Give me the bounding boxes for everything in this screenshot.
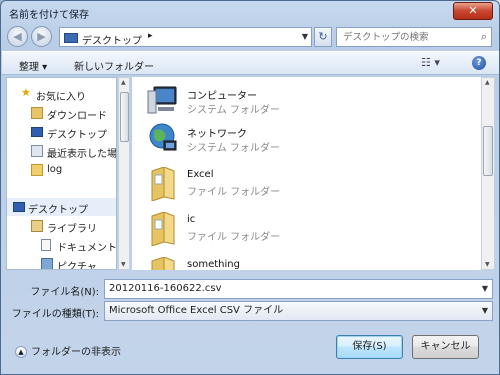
help-icon[interactable]: ? [472,56,486,70]
star-icon: ★ [21,86,31,99]
sidebar-item-documents[interactable]: ドキュメント [7,236,116,254]
computer-icon [147,86,177,114]
chevron-up-icon[interactable]: ▲ [15,346,27,358]
view-options-icon[interactable]: ☷ ▾ [421,56,440,69]
pictures-icon [41,258,53,269]
filetype-value[interactable]: Microsoft Office Excel CSV ファイル [109,305,283,316]
filetype-label: ファイルの種類(T): [11,309,99,320]
chevron-down-icon[interactable]: ▼ [482,302,488,320]
search-box[interactable]: ⌕ [336,27,492,47]
file-name: ic [187,214,196,225]
list-item[interactable]: something [132,253,432,270]
organize-button[interactable]: 整理 ▾ [19,58,47,73]
back-button[interactable]: ◀ [7,26,28,47]
file-name: ネットワーク [187,129,247,140]
list-item[interactable]: ネットワーク システム フォルダー [132,119,432,159]
scroll-down-icon[interactable]: ▼ [121,261,126,268]
download-folder-icon [31,107,43,119]
filename-field[interactable]: 20120116-160622.csv ▼ [104,279,493,299]
list-item[interactable]: Excel ファイル フォルダー [132,163,432,203]
filetype-select[interactable]: Microsoft Office Excel CSV ファイル ▼ [104,301,493,321]
scrollbar-thumb[interactable] [483,126,493,176]
desktop-icon [13,202,25,212]
address-location[interactable]: デスクトップ [82,32,142,47]
filename-value[interactable]: 20120116-160622.csv [109,283,222,294]
recent-places-icon [31,145,43,157]
sidebar-item-recent-places[interactable]: 最近表示した場所 [7,142,116,160]
file-type: システム フォルダー [187,105,280,116]
cancel-button[interactable]: キャンセル [412,335,479,359]
navigation-pane: ★ お気に入り ダウンロード デスクトップ 最近表示した場所 log デスクトッ… [6,77,117,270]
hide-folders-label[interactable]: フォルダーの非表示 [31,347,121,358]
folder-icon [151,212,175,246]
file-type: システム フォルダー [187,143,280,154]
chevron-down-icon[interactable]: ▼ [302,32,308,41]
sidebar-item-log[interactable]: log [7,161,116,179]
hide-folders-toggle[interactable]: ▲ フォルダーの非表示 [15,343,121,358]
toolbar: 整理 ▾ 新しいフォルダー ☷ ▾ ? [2,51,499,75]
folder-icon [31,164,43,176]
library-icon [31,220,43,232]
file-type: ファイル フォルダー [187,232,281,243]
scroll-up-icon[interactable]: ▲ [121,79,126,86]
scroll-down-icon[interactable]: ▼ [485,261,490,268]
file-list-scrollbar[interactable]: ▲ ▼ [481,77,495,270]
sidebar-item-desktop-root[interactable]: デスクトップ [7,198,116,216]
breadcrumb-chevron-icon[interactable]: ▸ [148,31,153,41]
file-name: Excel [187,169,214,180]
chevron-down-icon[interactable]: ▼ [482,280,488,298]
save-button[interactable]: 保存(S) [336,335,403,359]
forward-button[interactable]: ▶ [31,26,52,47]
new-folder-button[interactable]: 新しいフォルダー [74,58,154,73]
refresh-button[interactable]: ↻ [314,27,332,47]
network-globe-icon [149,123,177,151]
file-list: コンピューター システム フォルダー ネットワーク システム フォルダー Exc… [132,77,481,270]
file-name: something [187,259,240,270]
close-button[interactable]: ✕ [453,2,493,20]
documents-icon [41,239,51,251]
sidebar-item-downloads[interactable]: ダウンロード [7,104,116,122]
file-type: ファイル フォルダー [187,187,281,198]
desktop-icon [64,33,78,43]
folder-icon [151,257,175,270]
search-input[interactable] [337,28,467,46]
folder-icon [151,167,175,201]
address-bar[interactable]: デスクトップ ▸ ▼ [59,27,312,47]
sidebar-item-desktop[interactable]: デスクトップ [7,123,116,141]
desktop-icon [31,127,43,137]
sidebar-item-favorites[interactable]: ★ お気に入り [7,85,116,103]
file-name: コンピューター [187,91,257,102]
save-as-dialog: 名前を付けて保存 ✕ ◀ ▶ デスクトップ ▸ ▼ ↻ ⌕ 整理 ▾ 新しいフォ… [0,0,500,375]
sidebar-item-libraries[interactable]: ライブラリ [7,217,116,235]
scrollbar-thumb[interactable] [120,92,129,142]
list-item[interactable]: ic ファイル フォルダー [132,208,432,248]
sidebar-item-pictures[interactable]: ピクチャ [7,255,116,269]
search-icon[interactable]: ⌕ [481,30,487,44]
window-title: 名前を付けて保存 [9,10,89,21]
filename-label: ファイル名(N): [30,287,99,298]
title-bar: 名前を付けて保存 ✕ [1,1,499,23]
list-item[interactable]: コンピューター システム フォルダー [132,81,432,121]
scroll-up-icon[interactable]: ▲ [485,79,490,86]
navigation-scrollbar[interactable]: ▲ ▼ [118,77,130,270]
